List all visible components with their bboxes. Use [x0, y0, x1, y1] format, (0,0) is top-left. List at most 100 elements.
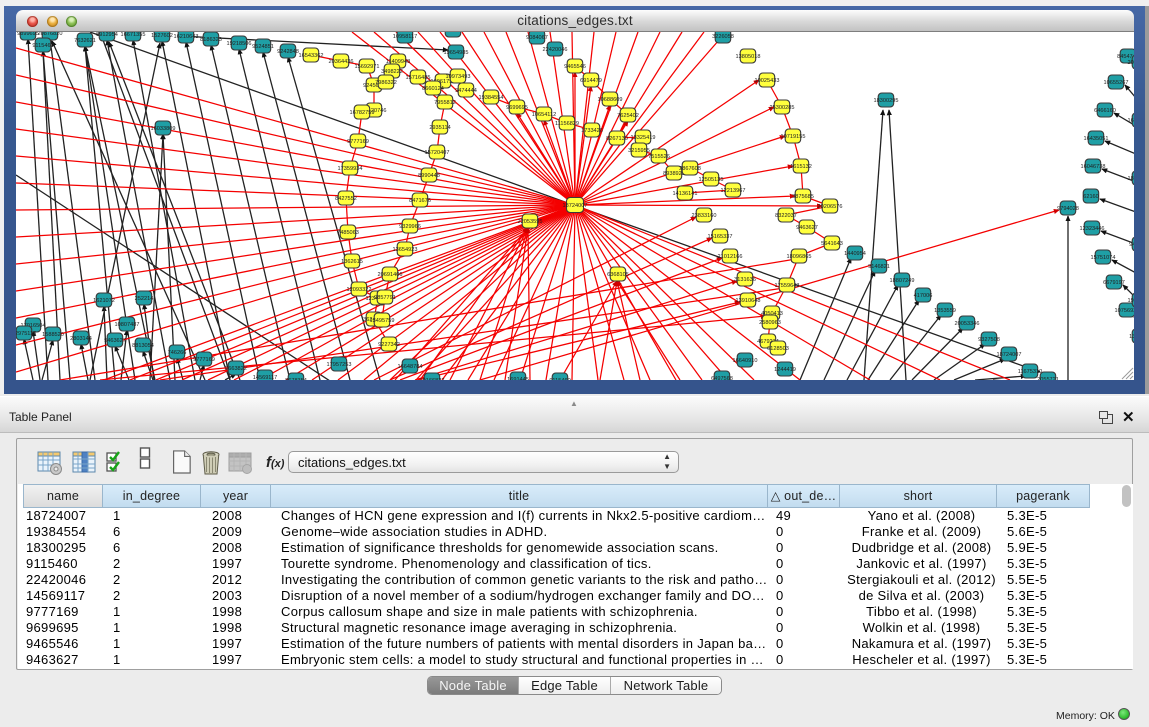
svg-text:25300285: 25300285	[770, 105, 795, 111]
svg-text:17359934: 17359934	[338, 166, 363, 172]
svg-text:1615132: 1615132	[790, 164, 812, 170]
svg-text:16648784: 16648784	[398, 364, 423, 370]
svg-text:9329966: 9329966	[399, 224, 421, 230]
svg-text:18807249: 18807249	[890, 278, 915, 284]
svg-text:10719155: 10719155	[781, 134, 806, 140]
svg-text:8427552: 8427552	[335, 196, 357, 202]
svg-text:23833160: 23833160	[692, 213, 717, 219]
svg-text:1527602: 1527602	[151, 33, 173, 39]
svg-text:6497568: 6497568	[711, 376, 733, 380]
svg-text:16671355: 16671355	[121, 32, 146, 38]
svg-text:6679197: 6679197	[1103, 280, 1125, 286]
svg-text:17957253: 17957253	[327, 362, 352, 368]
svg-text:8912954: 8912954	[96, 32, 118, 38]
svg-text:9474444: 9474444	[455, 88, 477, 94]
svg-text:10025433: 10025433	[755, 78, 780, 84]
svg-text:2803144: 2803144	[70, 336, 92, 342]
svg-text:1362615: 1362615	[341, 259, 363, 265]
svg-text:9794028: 9794028	[1057, 206, 1079, 212]
svg-text:19654985: 19654985	[444, 50, 469, 56]
svg-text:13325419: 13325419	[631, 135, 656, 141]
svg-text:12975115: 12975115	[16, 331, 36, 337]
svg-text:8660124: 8660124	[422, 86, 444, 92]
svg-text:5641643: 5641643	[821, 241, 843, 247]
svg-text:3215955: 3215955	[628, 148, 650, 154]
svg-text:1733426: 1733426	[581, 128, 603, 134]
svg-text:20994697: 20994697	[1128, 60, 1134, 66]
svg-text:13495759: 13495759	[370, 318, 395, 324]
svg-text:16435051: 16435051	[1084, 136, 1109, 142]
svg-text:8267130: 8267130	[606, 136, 628, 142]
svg-text:9115460: 9115460	[549, 378, 570, 380]
svg-text:18724007: 18724007	[563, 203, 588, 209]
svg-text:13654923: 13654923	[393, 247, 418, 253]
svg-text:20053346: 20053346	[955, 321, 980, 327]
svg-text:9327508: 9327508	[978, 337, 1000, 343]
svg-text:15751074: 15751074	[1091, 255, 1116, 261]
svg-text:746266: 746266	[168, 350, 187, 356]
svg-text:14569117: 14569117	[253, 375, 277, 380]
svg-text:18724007: 18724007	[997, 352, 1022, 358]
svg-text:18300295: 18300295	[874, 98, 899, 104]
svg-text:252214: 252214	[135, 296, 154, 302]
svg-text:7986322: 7986322	[375, 80, 397, 86]
svg-text:3875685: 3875685	[792, 194, 814, 200]
svg-text:19218506: 19218506	[227, 41, 252, 47]
svg-text:9436057: 9436057	[1129, 242, 1134, 248]
svg-text:16543362: 16543362	[299, 53, 324, 59]
svg-text:7625402: 7625402	[617, 113, 639, 119]
svg-text:16640910: 16640910	[733, 358, 758, 364]
svg-text:2580963: 2580963	[759, 320, 781, 326]
svg-text:10973493: 10973493	[446, 74, 471, 80]
svg-text:9699695: 9699695	[506, 105, 528, 111]
svg-text:12505135: 12505135	[699, 177, 724, 183]
svg-text:6914479: 6914479	[580, 78, 602, 84]
svg-text:11156829: 11156829	[555, 121, 579, 127]
svg-text:9084067: 9084067	[526, 35, 548, 41]
svg-text:2935114: 2935114	[429, 125, 450, 131]
svg-text:12093322: 12093322	[347, 287, 372, 293]
svg-text:10654112: 10654112	[532, 112, 556, 118]
svg-text:9463627: 9463627	[796, 225, 818, 231]
svg-text:14136141: 14136141	[673, 191, 698, 197]
svg-text:13910648: 13910648	[736, 298, 761, 304]
svg-text:16033809: 16033809	[151, 126, 176, 132]
svg-text:8322037: 8322037	[775, 213, 797, 219]
svg-text:9857791: 9857791	[374, 295, 396, 301]
svg-text:1621072: 1621072	[93, 298, 115, 304]
svg-text:6466160: 6466160	[1094, 108, 1116, 114]
svg-text:9777169: 9777169	[193, 357, 215, 363]
svg-text:9115460: 9115460	[32, 43, 53, 49]
svg-text:16210643: 16210643	[174, 34, 199, 40]
svg-text:62160: 62160	[1083, 194, 1099, 200]
svg-text:16046738: 16046738	[1081, 164, 1106, 170]
svg-text:22420046: 22420046	[543, 47, 568, 53]
svg-text:8186323: 8186323	[200, 37, 222, 43]
svg-text:20206576: 20206576	[818, 204, 843, 210]
svg-text:8678354: 8678354	[285, 378, 307, 380]
svg-text:9465546: 9465546	[564, 64, 586, 70]
svg-text:19384554: 19384554	[479, 95, 504, 101]
svg-text:17559643: 17559643	[775, 283, 800, 289]
svg-text:18096865: 18096865	[787, 254, 812, 260]
svg-text:18754131: 18754131	[1128, 176, 1134, 182]
svg-text:1353559: 1353559	[934, 308, 956, 314]
svg-text:3498222: 3498222	[381, 69, 403, 75]
svg-text:16782759: 16782759	[350, 110, 375, 116]
svg-text:16705148: 16705148	[1128, 118, 1134, 124]
svg-text:3226058: 3226058	[712, 34, 734, 40]
svg-text:10958117: 10958117	[393, 34, 417, 40]
svg-text:8471676: 8471676	[409, 198, 431, 204]
svg-text:20691406: 20691406	[378, 272, 403, 278]
svg-text:9777169: 9777169	[347, 139, 369, 145]
svg-text:2055721: 2055721	[1037, 377, 1059, 380]
svg-text:1588520: 1588520	[42, 332, 64, 338]
svg-text:15692971: 15692971	[355, 64, 380, 70]
svg-text:9146821: 9146821	[868, 264, 890, 270]
svg-text:22053595: 22053595	[518, 219, 543, 225]
svg-text:12213967: 12213967	[721, 188, 746, 194]
svg-text:1691445: 1691445	[507, 377, 529, 380]
svg-text:7955812: 7955812	[434, 100, 456, 106]
svg-text:10807487: 10807487	[115, 322, 140, 328]
svg-text:2867608: 2867608	[679, 166, 701, 172]
